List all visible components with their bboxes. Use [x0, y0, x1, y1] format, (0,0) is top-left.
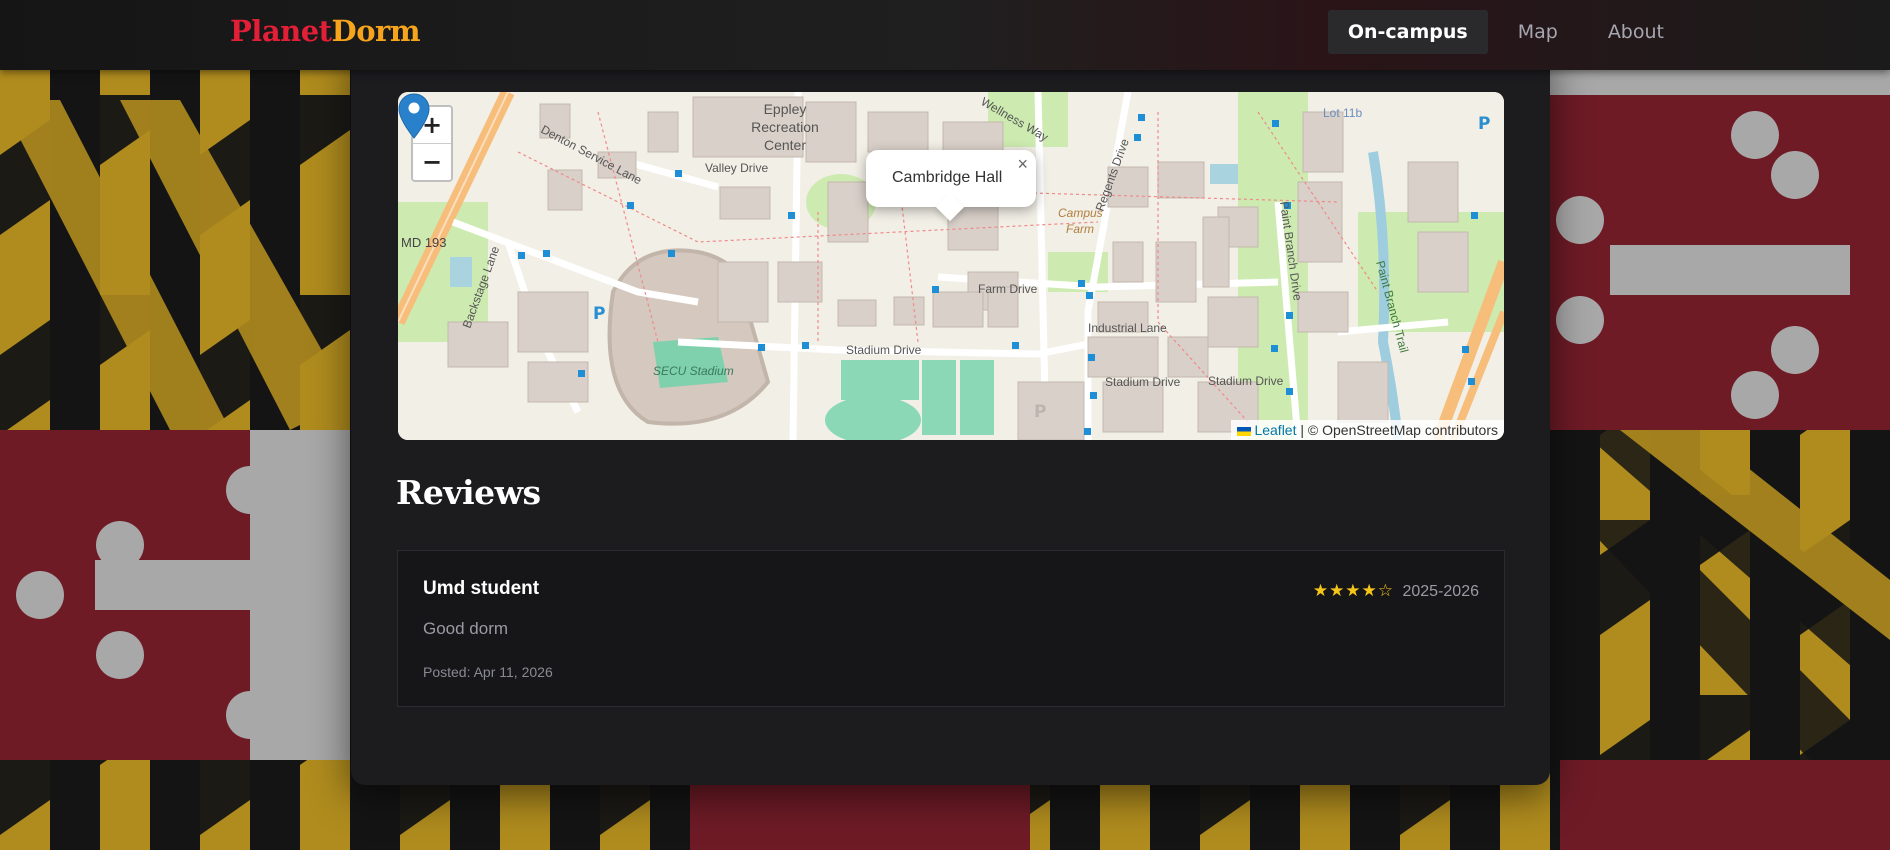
map-label-farm-drive: Farm Drive [978, 282, 1038, 296]
parking-icon: P [1034, 402, 1046, 422]
map-label-industrial-lane: Industrial Lane [1088, 321, 1167, 335]
star-rating-icon: ★★★★☆ [1312, 581, 1395, 600]
reviews-heading: Reviews [396, 473, 541, 512]
map-label-farm: Farm [1066, 222, 1094, 236]
review-text: Good dorm [423, 619, 509, 638]
map-label-md193: MD 193 [401, 235, 447, 250]
map-label-stadium-drive-3: Stadium Drive [1208, 374, 1284, 388]
brand-logo[interactable]: PlanetDorm [230, 14, 421, 48]
nav-item-on-campus[interactable]: On-campus [1327, 10, 1488, 54]
map-label-center: Center [764, 137, 806, 153]
ukraine-flag-icon [1237, 426, 1252, 436]
map-popup: Cambridge Hall × [866, 150, 1036, 222]
brand-part-dorm: Dorm [331, 14, 421, 48]
map-tiles: Eppley Recreation Center Denton Service … [398, 92, 1504, 440]
map-label-stadium-drive-1: Stadium Drive [846, 343, 922, 357]
parking-icon: P [593, 304, 605, 324]
nav-item-map[interactable]: Map [1498, 10, 1578, 54]
popup-close-icon[interactable]: × [1017, 154, 1028, 175]
nav-item-about[interactable]: About [1588, 10, 1684, 54]
popup-title: Cambridge Hall [892, 169, 1003, 186]
review-year: 2025-2026 [1402, 583, 1479, 600]
review-author: Umd student [423, 578, 540, 599]
top-navbar: PlanetDorm On-campus Map About [0, 0, 1890, 70]
map-label-eppley: Eppley [764, 101, 807, 117]
review-card: Umd student ★★★★☆ 2025-2026 Good dorm Po… [397, 550, 1505, 707]
brand-part-planet: Planet [230, 14, 332, 48]
review-posted-date: Posted: Apr 11, 2026 [423, 664, 553, 680]
zoom-out-button[interactable]: − [413, 143, 451, 180]
campus-map[interactable]: Eppley Recreation Center Denton Service … [398, 92, 1504, 440]
map-label-campus: Campus [1058, 206, 1103, 220]
osm-attribution-text: | © OpenStreetMap contributors [1300, 422, 1498, 438]
nav-menu: On-campus Map About [1327, 10, 1694, 54]
map-label-stadium-drive-2: Stadium Drive [1105, 375, 1181, 389]
review-meta: ★★★★☆ 2025-2026 [1313, 581, 1479, 601]
map-label-valley-drive: Valley Drive [705, 161, 768, 175]
map-marker-icon[interactable] [398, 92, 430, 140]
map-label-recreation: Recreation [751, 119, 819, 135]
map-attribution: Leaflet | © OpenStreetMap contributors [1231, 420, 1504, 440]
map-label-secu-stadium: SECU Stadium [653, 364, 734, 378]
parking-icon: P [1478, 114, 1490, 134]
map-label-lot: Lot 11b [1323, 106, 1362, 120]
leaflet-link[interactable]: Leaflet [1254, 422, 1296, 438]
